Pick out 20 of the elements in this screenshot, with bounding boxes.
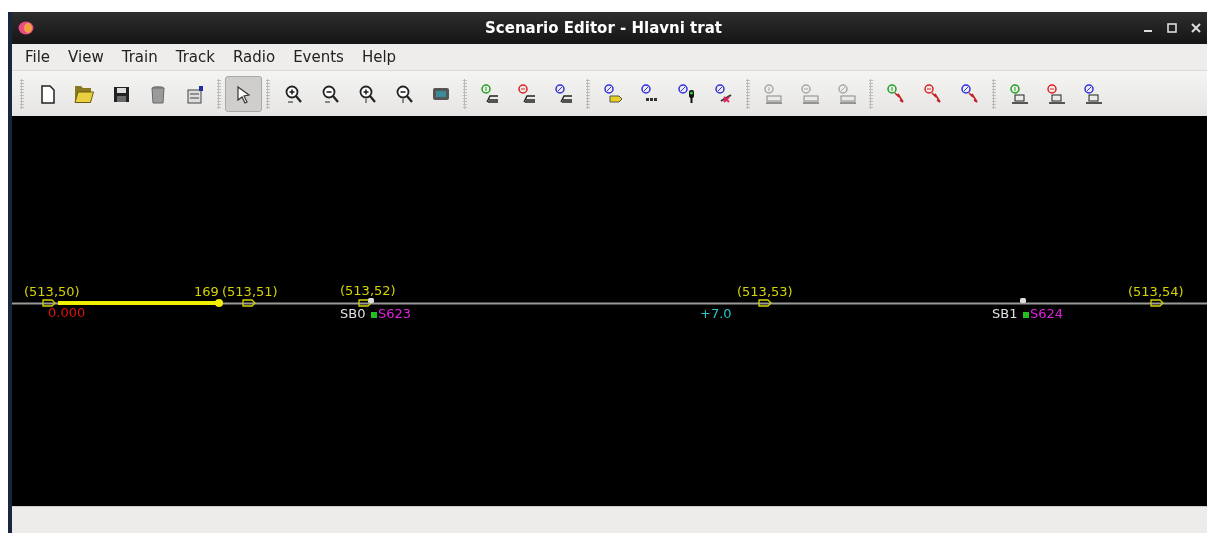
track-label: +7.0 [700, 307, 732, 320]
menu-item[interactable]: View [59, 48, 113, 66]
track-label: S623 [378, 307, 412, 320]
track-label: 0.000 [48, 306, 86, 319]
menu-item[interactable]: Track [166, 48, 224, 66]
track-label: SB1 [992, 307, 1018, 320]
menu-item[interactable]: Events [284, 48, 353, 66]
track-label: (513,54) [1128, 285, 1184, 298]
menu-item[interactable]: File [16, 48, 60, 66]
menu-item[interactable]: Radio [224, 48, 285, 66]
track-label: (513,52) [340, 284, 396, 297]
track-label: (513,50) [24, 285, 80, 298]
track-label: 169 [194, 285, 219, 298]
menu-item[interactable]: Help [352, 48, 406, 66]
track-label: (513,53) [737, 285, 793, 298]
track-label: SB0 [340, 307, 366, 320]
track-label: S624 [1030, 307, 1064, 320]
window-title: Scenario Editor - Hlavni trat [484, 19, 723, 37]
track-label: (513,51) [222, 285, 278, 298]
menu-item[interactable]: Train [112, 48, 167, 66]
